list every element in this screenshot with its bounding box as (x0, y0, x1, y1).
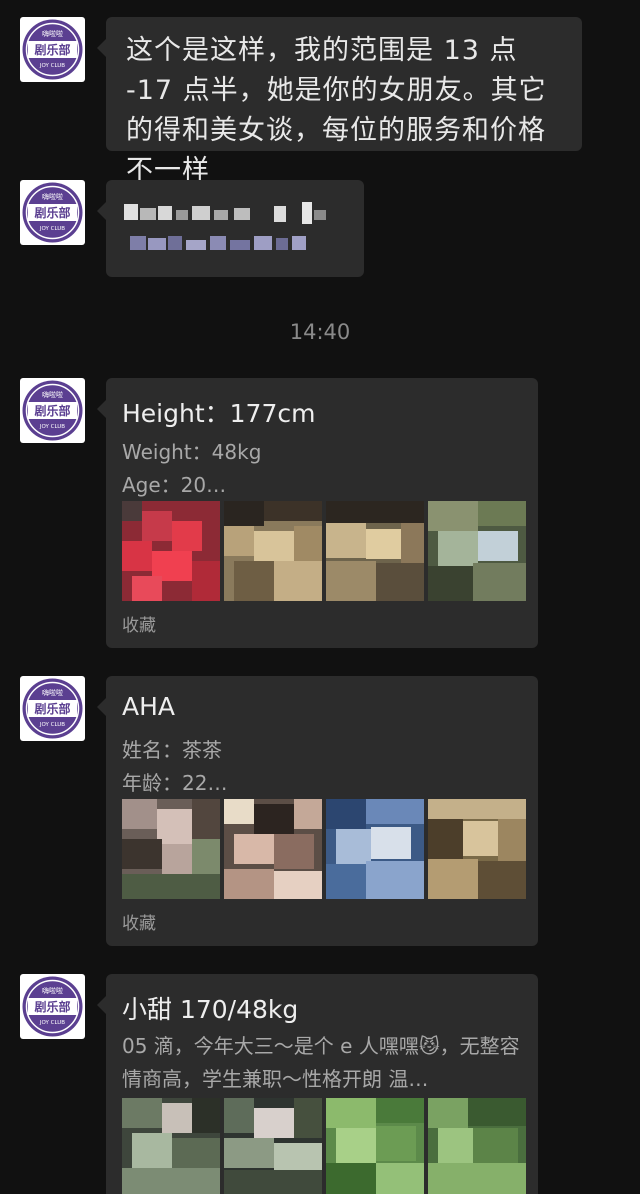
joy-club-logo: 嗨啦啦 剧乐部 JOY CLUB (22, 976, 83, 1037)
card-title: Height：177cm (122, 399, 316, 428)
favorites-label: 收藏 (122, 616, 156, 636)
thumbnail-image[interactable] (224, 799, 322, 899)
svg-text:JOY CLUB: JOY CLUB (39, 1020, 65, 1026)
joy-club-logo: 嗨啦啦 剧乐部 JOY CLUB (22, 19, 83, 80)
card-line: 姓名：茶茶 (122, 738, 222, 762)
svg-text:剧乐部: 剧乐部 (34, 701, 70, 716)
avatar[interactable]: 嗨啦啦 剧乐部 JOY CLUB (20, 676, 85, 741)
chat-timestamp: 14:40 (289, 320, 351, 344)
message-text: 这个是这样，我的范围是 13 点 -17 点半，她是你的女朋友。其它的得和美女谈… (126, 35, 547, 186)
avatar[interactable]: 嗨啦啦 剧乐部 JOY CLUB (20, 974, 85, 1039)
card-title: 小甜 170/48kg (122, 995, 299, 1024)
svg-text:嗨啦啦: 嗨啦啦 (42, 192, 63, 201)
thumbnail-image[interactable] (224, 1098, 322, 1194)
thumbnail-image[interactable] (428, 799, 526, 899)
redaction-mosaic (124, 202, 326, 250)
joy-club-logo: 嗨啦啦 剧乐部 JOY CLUB (22, 678, 83, 739)
logo-main-text: 剧乐部 (34, 42, 70, 57)
thumbnail-image[interactable] (326, 501, 424, 601)
card-thumbnails[interactable] (122, 799, 526, 899)
thumbnail-image[interactable] (428, 1098, 526, 1194)
thumbnail-image[interactable] (122, 1098, 220, 1194)
card-line: Age：20… (122, 473, 227, 497)
svg-text:JOY CLUB: JOY CLUB (39, 722, 65, 728)
thumbnail-image[interactable] (326, 799, 424, 899)
card-thumbnails[interactable] (122, 501, 526, 601)
favorite-card[interactable]: AHA 姓名：茶茶 年龄：22… 收藏 (97, 676, 538, 946)
svg-text:JOY CLUB: JOY CLUB (39, 424, 65, 430)
avatar[interactable]: 嗨啦啦 剧乐部 JOY CLUB (20, 180, 85, 245)
svg-text:剧乐部: 剧乐部 (34, 205, 70, 220)
svg-text:剧乐部: 剧乐部 (34, 999, 70, 1014)
thumbnail-image[interactable] (224, 501, 322, 601)
svg-text:嗨啦啦: 嗨啦啦 (42, 688, 63, 697)
thumbnail-image[interactable] (326, 1098, 424, 1194)
thumbnail-image[interactable] (122, 799, 220, 899)
favorites-label: 收藏 (122, 914, 156, 934)
svg-text:剧乐部: 剧乐部 (34, 403, 70, 418)
logo-sub-text: JOY CLUB (39, 63, 65, 69)
card-thumbnails[interactable] (122, 1098, 526, 1194)
joy-club-logo: 嗨啦啦 剧乐部 JOY CLUB (22, 380, 83, 441)
card-title: AHA (122, 692, 176, 721)
joy-club-logo: 嗨啦啦 剧乐部 JOY CLUB (22, 182, 83, 243)
svg-text:JOY CLUB: JOY CLUB (39, 226, 65, 232)
svg-text:嗨啦啦: 嗨啦啦 (42, 986, 63, 995)
avatar[interactable]: 嗨啦啦 剧乐部 JOY CLUB (20, 17, 85, 82)
redacted-message-bubble[interactable] (97, 180, 364, 277)
svg-text:嗨啦啦: 嗨啦啦 (42, 390, 63, 399)
card-description: 05 滴，今年大三～是个 e 人嘿嘿😼，无整容情商高，学生兼职～性格开朗 温… (122, 1034, 520, 1091)
card-line: Weight：48kg (122, 440, 262, 464)
avatar[interactable]: 嗨啦啦 剧乐部 JOY CLUB (20, 378, 85, 443)
favorite-card[interactable]: Height：177cm Weight：48kg Age：20… 收藏 (97, 378, 538, 648)
thumbnail-image[interactable] (428, 501, 526, 601)
thumbnail-image[interactable] (122, 501, 220, 601)
message-bubble[interactable]: 这个是这样，我的范围是 13 点 -17 点半，她是你的女朋友。其它的得和美女谈… (97, 17, 582, 186)
card-line: 年龄：22… (122, 771, 228, 795)
favorite-card[interactable]: 小甜 170/48kg 05 滴，今年大三～是个 e 人嘿嘿😼，无整容情商高，学… (97, 974, 538, 1194)
logo-top-text: 嗨啦啦 (42, 29, 63, 38)
